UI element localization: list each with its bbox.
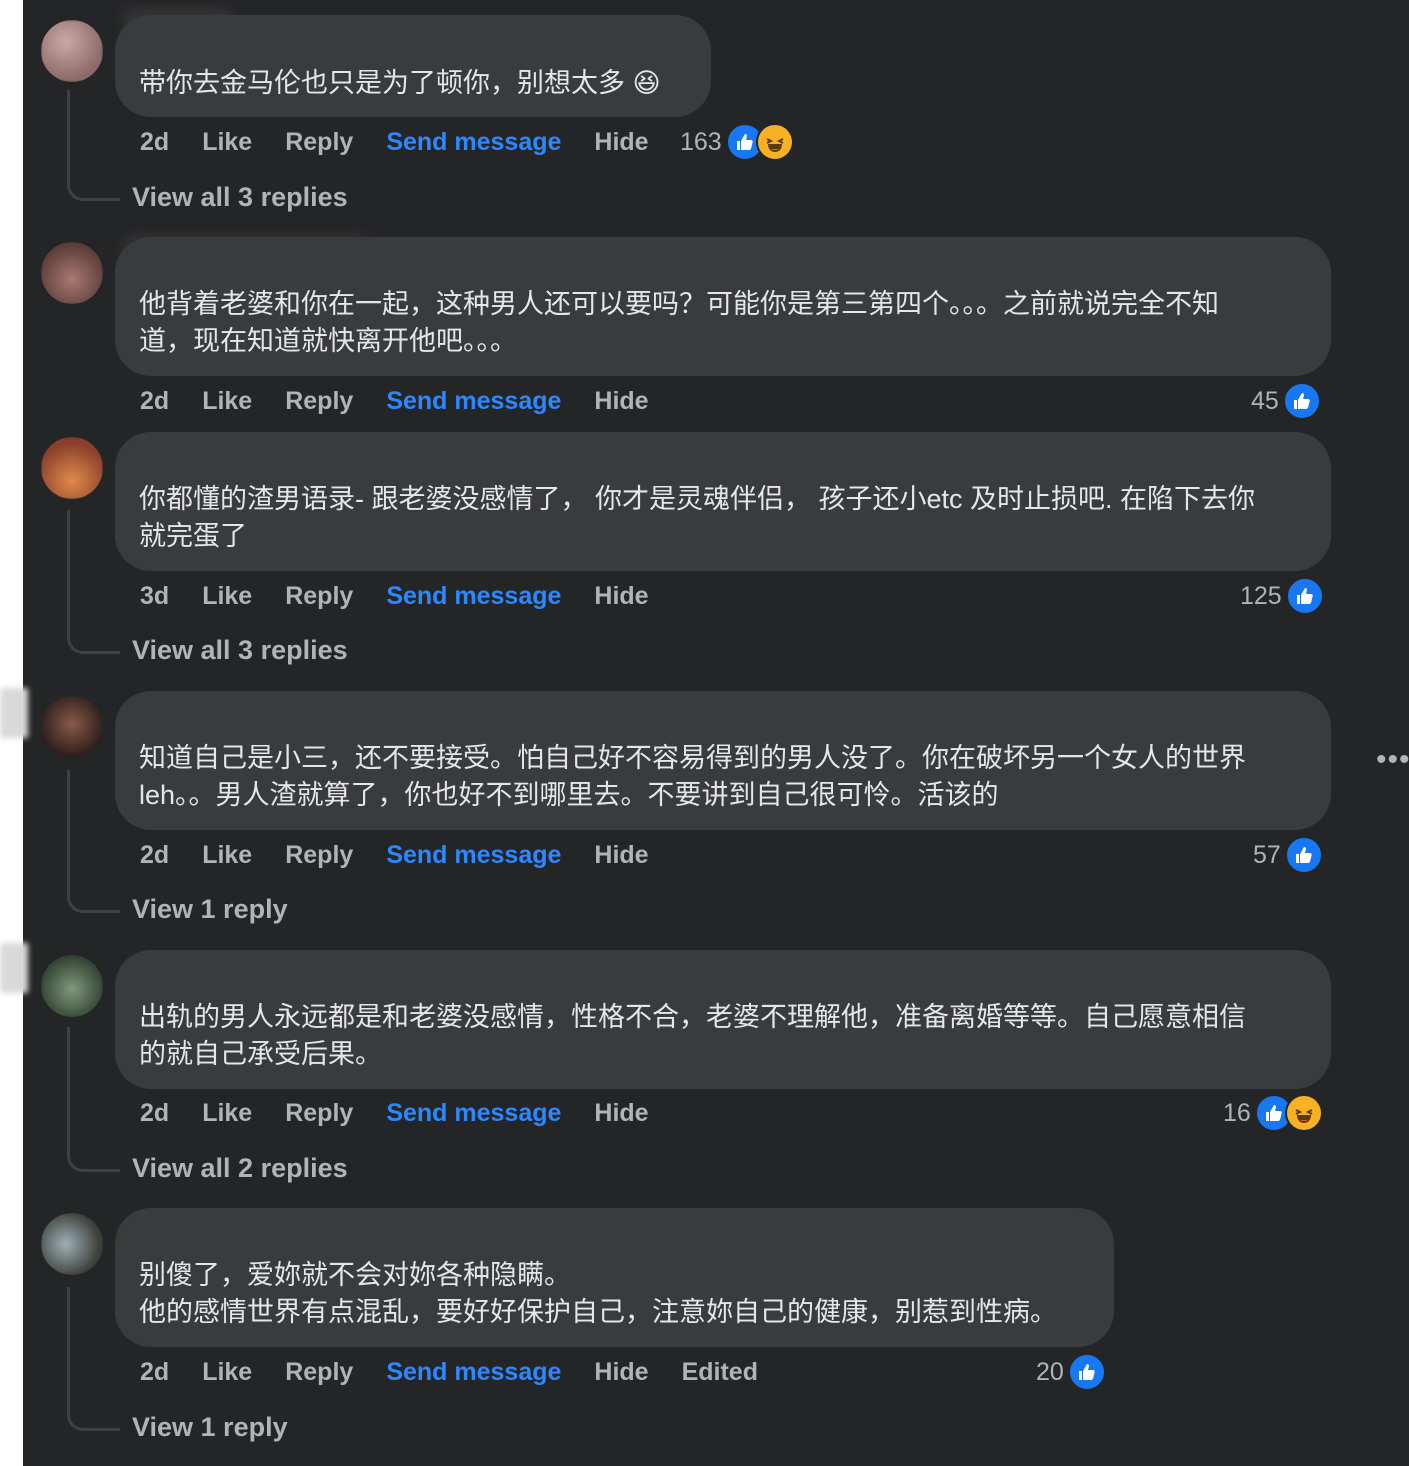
- timestamp[interactable]: 3d: [140, 582, 169, 611]
- like-icon: [1284, 836, 1323, 874]
- send-message-button[interactable]: Send message: [386, 1358, 561, 1387]
- like-icon: [1282, 382, 1321, 420]
- like-button[interactable]: Like: [202, 128, 252, 157]
- view-replies-link[interactable]: View all 2 replies: [132, 1153, 348, 1184]
- comments-panel: 带你去金马伦也只是为了顿你，别想太多 😆 2d Like Reply Send …: [23, 0, 1409, 1466]
- reply-button[interactable]: Reply: [285, 1099, 353, 1128]
- reaction-summary[interactable]: 163: [680, 122, 794, 162]
- thread-line: [67, 510, 120, 654]
- comment-actions: 2d Like Reply Send message Hide: [140, 381, 682, 421]
- thread-line: [67, 1287, 120, 1431]
- reaction-count: 16: [1223, 1098, 1251, 1127]
- avatar[interactable]: [41, 696, 103, 758]
- hide-button[interactable]: Hide: [594, 1358, 648, 1387]
- send-message-button[interactable]: Send message: [386, 128, 561, 157]
- comment-actions: 2d Like Reply Send message Hide: [140, 835, 682, 875]
- comment-bubble: 别傻了，爱妳就不会对妳各种隐瞒。 他的感情世界有点混乱，要好好保护自己，注意妳自…: [115, 1208, 1114, 1347]
- hide-button[interactable]: Hide: [594, 387, 648, 416]
- reaction-count: 163: [680, 127, 722, 156]
- avatar[interactable]: [41, 20, 103, 82]
- thread-line: [67, 770, 120, 913]
- reaction-summary[interactable]: 57: [1253, 835, 1323, 875]
- hide-button[interactable]: Hide: [594, 1099, 648, 1128]
- send-message-button[interactable]: Send message: [386, 387, 561, 416]
- comment-text: 知道自己是小三，还不要接受。怕自己好不容易得到的男人没了。你在破坏另一个女人的世…: [139, 743, 1246, 810]
- edited-label[interactable]: Edited: [682, 1358, 758, 1387]
- comment-actions: 2d Like Reply Send message Hide Edited: [140, 1352, 791, 1392]
- haha-icon: [755, 123, 794, 161]
- comment-bubble: 出轨的男人永远都是和老婆没感情，性格不合，老婆不理解他，准备离婚等等。自己愿意相…: [115, 950, 1331, 1089]
- reaction-count: 57: [1253, 840, 1281, 869]
- hide-button[interactable]: Hide: [594, 128, 648, 157]
- thread-line: [67, 90, 120, 201]
- comment-bubble: 带你去金马伦也只是为了顿你，别想太多 😆: [115, 15, 711, 117]
- timestamp[interactable]: 2d: [140, 128, 169, 157]
- reply-button[interactable]: Reply: [285, 582, 353, 611]
- comment-text: 别傻了，爱妳就不会对妳各种隐瞒。 他的感情世界有点混乱，要好好保护自己，注意妳自…: [139, 1260, 1057, 1327]
- reaction-summary[interactable]: 45: [1251, 381, 1321, 421]
- timestamp[interactable]: 2d: [140, 1099, 169, 1128]
- comment-actions: 3d Like Reply Send message Hide: [140, 576, 682, 616]
- avatar[interactable]: [41, 242, 103, 304]
- comment-text: 带你去金马伦也只是为了顿你，别想太多 😆: [139, 68, 661, 98]
- view-replies-link[interactable]: View 1 reply: [132, 894, 288, 925]
- comment-actions: 2d Like Reply Send message Hide: [140, 1093, 682, 1133]
- hide-button[interactable]: Hide: [594, 841, 648, 870]
- comment-text: 出轨的男人永远都是和老婆没感情，性格不合，老婆不理解他，准备离婚等等。自己愿意相…: [139, 1002, 1246, 1069]
- view-replies-link[interactable]: View all 3 replies: [132, 182, 348, 213]
- like-button[interactable]: Like: [202, 582, 252, 611]
- comment-bubble: 他背着老婆和你在一起，这种男人还可以要吗？可能你是第三第四个。。。之前就说完全不…: [115, 237, 1331, 376]
- timestamp[interactable]: 2d: [140, 387, 169, 416]
- view-replies-link[interactable]: View 1 reply: [132, 1412, 288, 1443]
- reply-button[interactable]: Reply: [285, 128, 353, 157]
- edge-artifact: [0, 943, 28, 993]
- reply-button[interactable]: Reply: [285, 1358, 353, 1387]
- reply-button[interactable]: Reply: [285, 387, 353, 416]
- send-message-button[interactable]: Send message: [386, 841, 561, 870]
- reply-button[interactable]: Reply: [285, 841, 353, 870]
- avatar[interactable]: [41, 437, 103, 499]
- like-button[interactable]: Like: [202, 387, 252, 416]
- reaction-summary[interactable]: 16: [1223, 1093, 1323, 1133]
- avatar[interactable]: [41, 1213, 103, 1275]
- comment-bubble: 你都懂的渣男语录- 跟老婆没感情了， 你才是灵魂伴侣， 孩子还小etc 及时止损…: [115, 432, 1331, 571]
- reaction-count: 20: [1036, 1357, 1064, 1386]
- send-message-button[interactable]: Send message: [386, 582, 561, 611]
- hide-button[interactable]: Hide: [594, 582, 648, 611]
- like-button[interactable]: Like: [202, 1099, 252, 1128]
- view-replies-link[interactable]: View all 3 replies: [132, 635, 348, 666]
- like-icon: [1285, 577, 1324, 615]
- reaction-count: 125: [1240, 581, 1282, 610]
- send-message-button[interactable]: Send message: [386, 1099, 561, 1128]
- like-icon: [1067, 1353, 1106, 1391]
- like-button[interactable]: Like: [202, 1358, 252, 1387]
- comment-text: 他背着老婆和你在一起，这种男人还可以要吗？可能你是第三第四个。。。之前就说完全不…: [139, 289, 1219, 356]
- edge-artifact: [0, 688, 28, 738]
- timestamp[interactable]: 2d: [140, 841, 169, 870]
- like-button[interactable]: Like: [202, 841, 252, 870]
- reaction-summary[interactable]: 20: [1036, 1352, 1106, 1392]
- reaction-summary[interactable]: 125: [1240, 576, 1324, 616]
- comment-text: 你都懂的渣男语录- 跟老婆没感情了， 你才是灵魂伴侣， 孩子还小etc 及时止损…: [139, 484, 1256, 551]
- more-options-icon[interactable]: •••: [1376, 745, 1409, 775]
- reaction-count: 45: [1251, 386, 1279, 415]
- avatar[interactable]: [41, 955, 103, 1017]
- thread-line: [67, 1027, 120, 1172]
- comment-actions: 2d Like Reply Send message Hide: [140, 122, 682, 162]
- comment-bubble: 知道自己是小三，还不要接受。怕自己好不容易得到的男人没了。你在破坏另一个女人的世…: [115, 691, 1331, 830]
- timestamp[interactable]: 2d: [140, 1358, 169, 1387]
- haha-icon: [1284, 1094, 1323, 1132]
